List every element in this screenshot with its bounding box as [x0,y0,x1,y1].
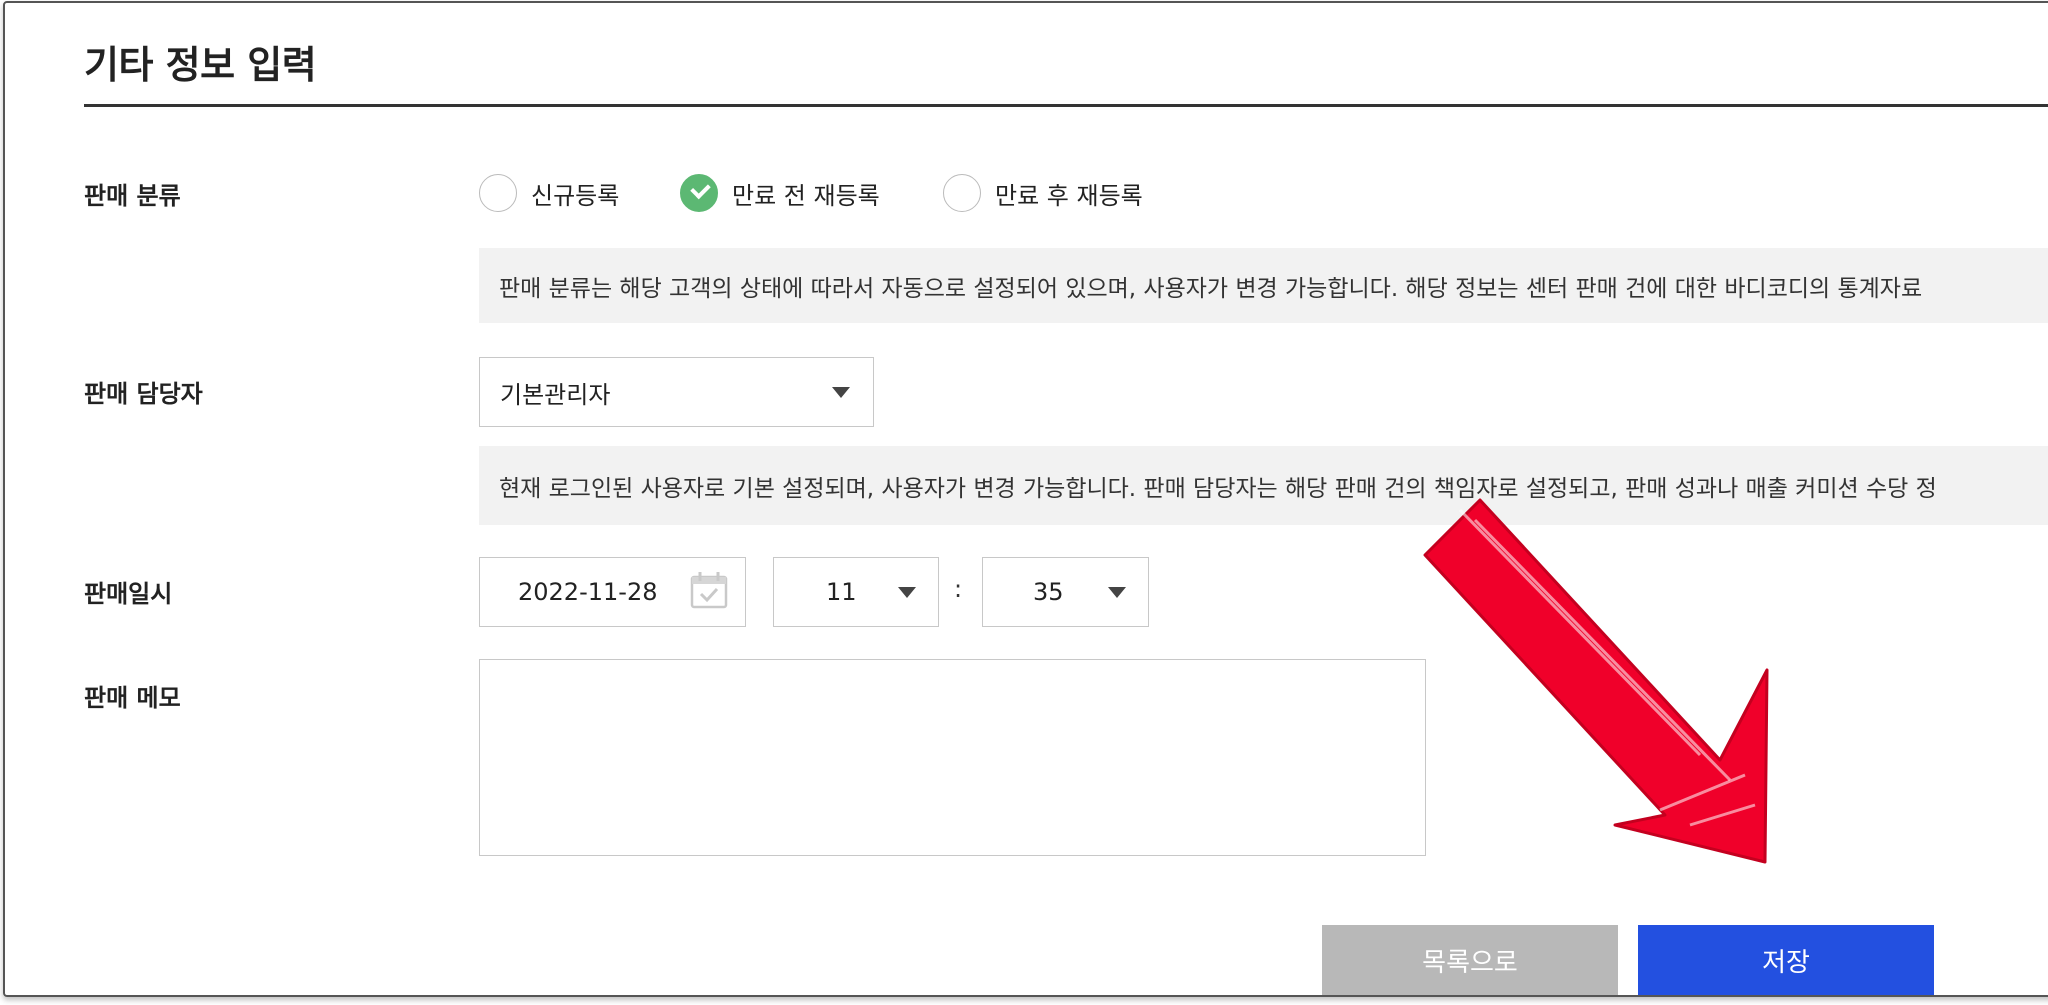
sale-minute-select[interactable]: 35 [982,557,1149,627]
radio-renew-after-expiry[interactable]: 만료 후 재등록 [943,172,1143,214]
sale-memo-label: 판매 메모 [84,684,181,712]
radio-label: 신규등록 [531,181,620,210]
radio-label: 만료 후 재등록 [995,181,1143,210]
chevron-down-icon [898,587,916,598]
radio-new-registration[interactable]: 신규등록 [479,172,619,214]
arrow-annotation [1423,498,1769,864]
save-button[interactable]: 저장 [1638,925,1934,995]
radio-circle [943,174,981,212]
back-to-list-button[interactable]: 목록으로 [1322,925,1618,995]
chevron-down-icon [832,387,850,398]
radio-renew-before-expiry[interactable]: 만료 전 재등록 [680,172,880,214]
sale-type-help: 판매 분류는 해당 고객의 상태에 따라서 자동으로 설정되어 있으며, 사용자… [479,248,2048,323]
sales-rep-label: 판매 담당자 [84,380,203,408]
sale-datetime-label: 판매일시 [84,580,173,608]
sales-rep-help: 현재 로그인된 사용자로 기본 설정되며, 사용자가 변경 가능합니다. 판매 … [479,446,2048,525]
sale-memo-textarea[interactable] [479,659,1426,856]
sale-type-label: 판매 분류 [84,182,181,210]
radio-label: 만료 전 재등록 [732,181,880,210]
check-icon [680,174,718,212]
sale-hour-select[interactable]: 11 [773,557,939,627]
sale-minute-value: 35 [1033,578,1064,606]
sale-date-input[interactable]: 2022-11-28 [479,557,746,627]
sale-date-value: 2022-11-28 [518,578,658,606]
sale-hour-value: 11 [826,578,857,606]
chevron-down-icon [1108,587,1126,598]
sales-rep-value: 기본관리자 [500,380,611,409]
section-title: 기타 정보 입력 [84,43,317,87]
calendar-icon[interactable] [689,570,729,610]
time-separator: : [954,575,963,603]
sales-rep-select[interactable]: 기본관리자 [479,357,874,427]
title-divider [84,104,2048,107]
radio-circle [479,174,517,212]
